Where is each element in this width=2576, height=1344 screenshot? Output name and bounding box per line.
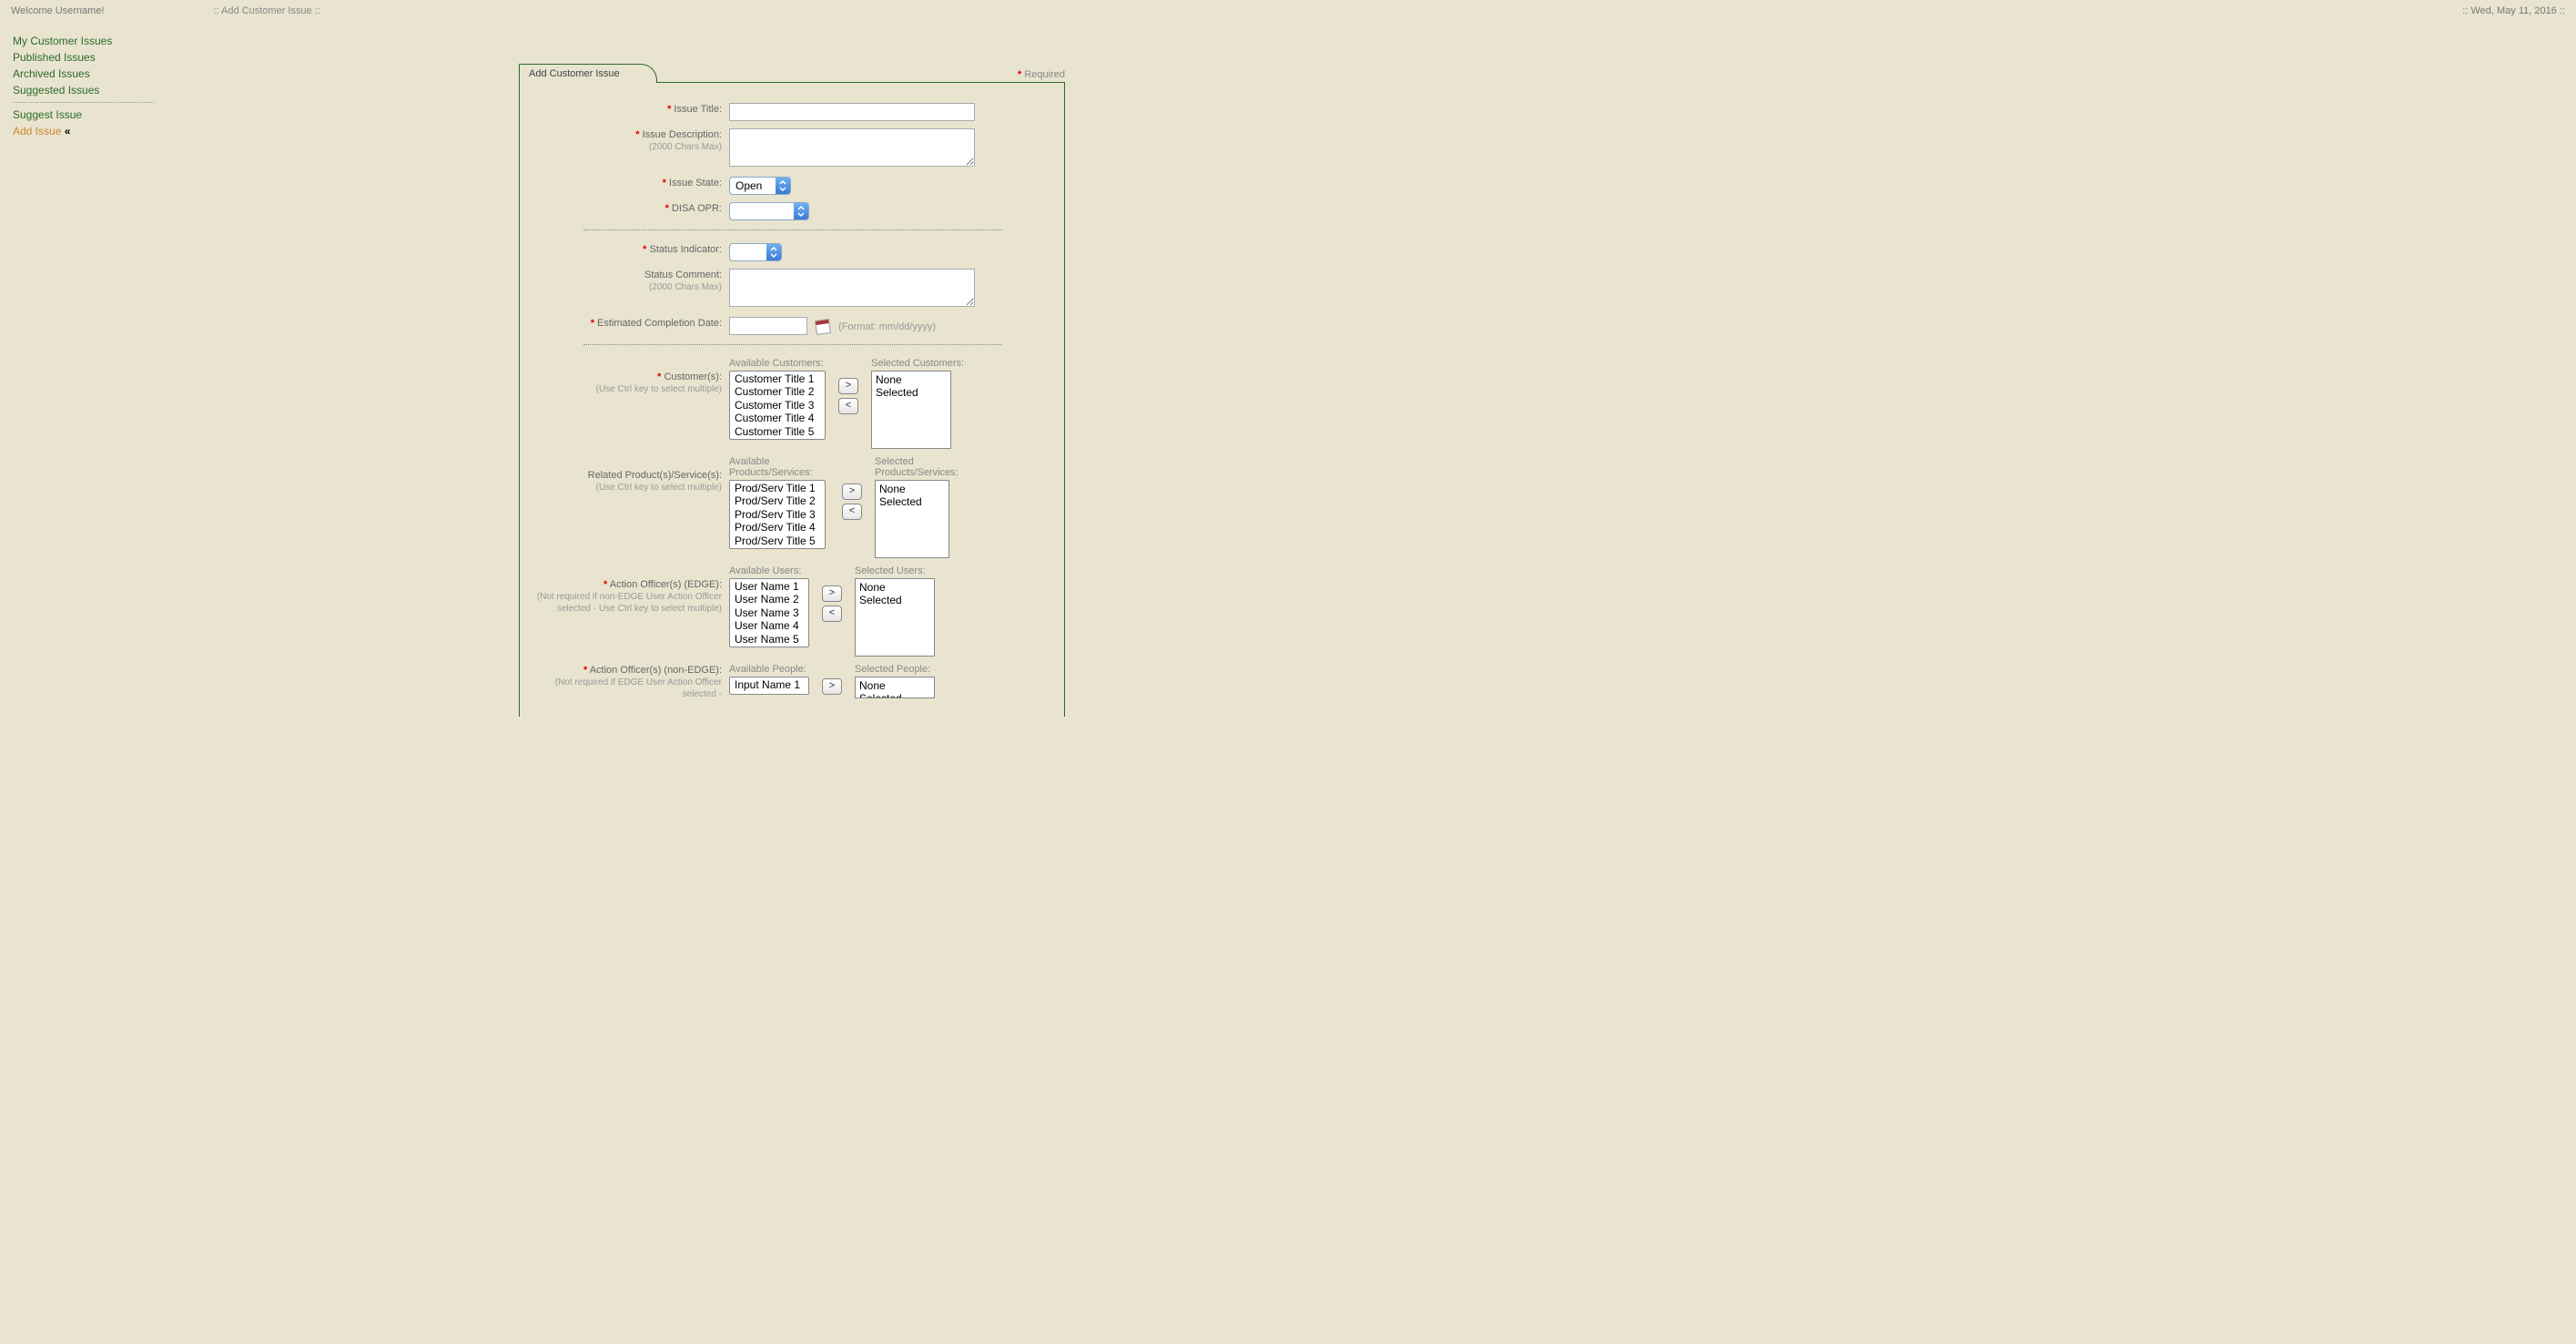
- section-divider: [583, 229, 1002, 230]
- form-tab: Add Customer Issue: [519, 64, 657, 83]
- selected-people-list[interactable]: None Selected: [855, 677, 935, 698]
- hint-related-ps: (Use Ctrl key to select multiple): [529, 482, 722, 494]
- available-ps-list[interactable]: Prod/Serv Title 1Prod/Serv Title 2Prod/S…: [729, 480, 826, 549]
- label-est-date: Estimated Completion Date:: [597, 318, 722, 329]
- selected-ps-list[interactable]: None Selected: [875, 480, 949, 558]
- add-user-button[interactable]: >: [822, 585, 842, 602]
- remove-user-button[interactable]: <: [822, 606, 842, 622]
- hint-status-comment: (2000 Chars Max): [529, 281, 722, 293]
- welcome-text: Welcome Username!: [11, 5, 105, 16]
- label-customers: Customer(s):: [664, 372, 722, 382]
- status-indicator-select[interactable]: [729, 243, 782, 261]
- chevron-updown-icon: [794, 203, 808, 219]
- disa-opr-select[interactable]: [729, 202, 809, 220]
- required-asterisk-icon: *: [1018, 69, 1021, 80]
- heading-available-ps: Available Products/Services:: [729, 456, 829, 478]
- hint-issue-desc: (2000 Chars Max): [529, 141, 722, 153]
- available-users-list[interactable]: User Name 1User Name 2User Name 3User Na…: [729, 578, 809, 647]
- available-customers-list[interactable]: Customer Title 1Customer Title 2Customer…: [729, 371, 826, 440]
- label-issue-state: Issue State:: [669, 178, 722, 188]
- required-text: Required: [1024, 69, 1065, 80]
- heading-selected-users: Selected Users:: [855, 565, 935, 576]
- heading-selected-customers: Selected Customers:: [871, 358, 964, 369]
- label-ao-edge: Action Officer(s) (EDGE):: [610, 579, 722, 590]
- status-comment-input[interactable]: [729, 269, 975, 307]
- status-indicator-value: [730, 244, 766, 260]
- add-people-button[interactable]: >: [822, 678, 842, 695]
- chevron-updown-icon: [776, 178, 790, 194]
- label-issue-title: Issue Title:: [674, 104, 722, 115]
- sidebar-item-add-issue[interactable]: Add Issue «: [13, 123, 173, 139]
- section-divider: [583, 344, 1002, 345]
- selected-customers-list[interactable]: None Selected: [871, 371, 951, 449]
- sidebar-active-label: Add Issue: [13, 125, 61, 137]
- sidebar-active-marker-icon: «: [65, 125, 71, 137]
- sidebar-divider: [13, 102, 154, 103]
- sidebar-item-archived-issues[interactable]: Archived Issues: [13, 66, 173, 82]
- issue-description-input[interactable]: [729, 128, 975, 167]
- hint-customers: (Use Ctrl key to select multiple): [529, 383, 722, 395]
- issue-state-select[interactable]: Open: [729, 177, 791, 195]
- add-ps-button[interactable]: >: [842, 484, 862, 500]
- disa-opr-value: [730, 203, 794, 219]
- label-status-comment: Status Comment:: [644, 270, 722, 280]
- remove-customer-button[interactable]: <: [838, 398, 858, 414]
- chevron-updown-icon: [766, 244, 781, 260]
- required-note: * Required: [1018, 69, 1065, 82]
- label-ao-nonedge: Action Officer(s) (non-EDGE):: [590, 665, 722, 676]
- selected-users-list[interactable]: None Selected: [855, 578, 935, 657]
- header-date: :: Wed, May 11, 2016 ::: [2462, 5, 2565, 16]
- heading-selected-ps: Selected Products/Services:: [875, 456, 975, 478]
- hint-ao-edge: (Not required if non-EDGE User Action Of…: [529, 591, 722, 615]
- heading-available-people: Available People:: [729, 664, 809, 675]
- label-status-indicator: Status Indicator:: [650, 244, 723, 255]
- heading-available-customers: Available Customers:: [729, 358, 826, 369]
- label-disa-opr: DISA OPR:: [672, 203, 722, 214]
- hint-ao-nonedge: (Not required if EDGE User Action Office…: [529, 677, 722, 700]
- sidebar-item-published-issues[interactable]: Published Issues: [13, 49, 173, 66]
- sidebar-item-suggested-issues[interactable]: Suggested Issues: [13, 82, 173, 98]
- breadcrumb: :: Add Customer Issue ::: [105, 5, 2463, 16]
- issue-title-input[interactable]: [729, 103, 975, 121]
- est-date-input[interactable]: [729, 317, 807, 335]
- sidebar-item-my-customer-issues[interactable]: My Customer Issues: [13, 33, 173, 49]
- sidebar-item-suggest-issue[interactable]: Suggest Issue: [13, 107, 173, 123]
- add-customer-button[interactable]: >: [838, 378, 858, 394]
- date-format-hint: (Format: mm/dd/yyyy): [838, 321, 936, 332]
- issue-state-value: Open: [730, 178, 776, 194]
- label-related-ps: Related Product(s)/Service(s):: [588, 470, 722, 481]
- remove-ps-button[interactable]: <: [842, 504, 862, 520]
- heading-available-users: Available Users:: [729, 565, 809, 576]
- heading-selected-people: Selected People:: [855, 664, 935, 675]
- available-people-list[interactable]: Input Name 1: [729, 677, 809, 695]
- calendar-icon[interactable]: [815, 319, 831, 335]
- label-issue-desc: Issue Description:: [643, 129, 722, 140]
